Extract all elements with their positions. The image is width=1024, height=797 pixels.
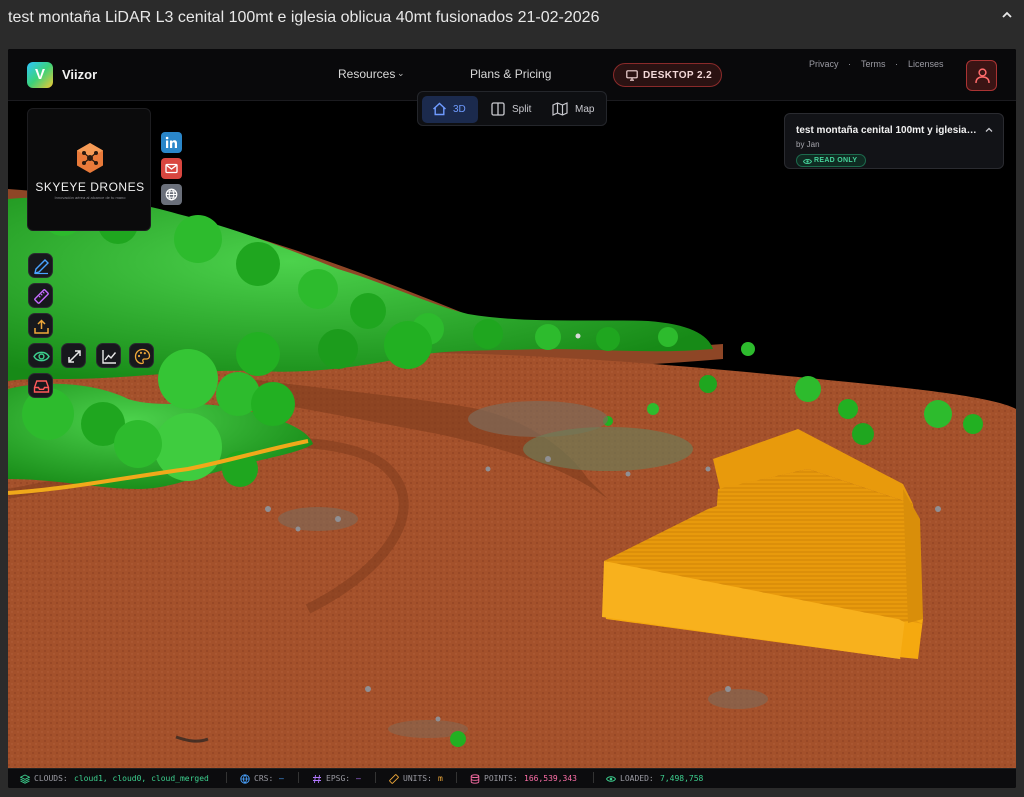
project-title: test montaña cenital 100mt y iglesia obl…	[796, 125, 978, 136]
draw-tool-button[interactable]	[28, 253, 53, 278]
chevron-down-icon[interactable]: ⌄	[397, 68, 405, 79]
map-icon	[552, 102, 568, 116]
separator-dot: ·	[895, 59, 898, 69]
visibility-tool-button[interactable]	[28, 343, 53, 368]
nav-pricing-link[interactable]: Plans & Pricing	[470, 67, 551, 81]
status-crs-value: —	[279, 774, 284, 783]
split-icon	[491, 102, 505, 116]
licenses-link[interactable]: Licenses	[908, 59, 944, 69]
database-icon	[470, 774, 480, 784]
status-epsg-value: —	[356, 774, 361, 783]
chevron-up-icon	[1002, 11, 1012, 18]
view-3d-label: 3D	[453, 104, 466, 115]
status-divider	[456, 772, 457, 783]
brand-name[interactable]: Viizor	[62, 67, 97, 82]
privacy-link[interactable]: Privacy	[809, 59, 839, 69]
status-epsg-key: EPSG:	[326, 774, 351, 783]
linkedin-button[interactable]	[161, 132, 182, 153]
drone-logo-icon	[77, 143, 103, 173]
upload-icon	[34, 319, 49, 334]
project-author: by Jan	[796, 140, 820, 149]
page-header: test montaña LiDAR L3 cenital 100mt e ig…	[0, 0, 1024, 40]
monitor-icon	[626, 70, 638, 81]
viewer-frame: V Viizor Resources ⌄ Plans & Pricing DES…	[8, 49, 1016, 788]
sponsor-name: SKYEYE DRONES	[35, 180, 145, 194]
color-mode-button[interactable]	[129, 343, 154, 368]
status-units-value: m	[438, 774, 443, 783]
hash-icon	[313, 774, 321, 784]
globe-icon	[165, 188, 178, 201]
globe-icon	[240, 774, 250, 784]
eye-icon	[803, 159, 812, 164]
status-clouds-value: cloud1, cloud0, cloud_merged	[74, 774, 209, 783]
status-divider	[298, 772, 299, 783]
chart-icon	[102, 350, 117, 364]
separator-dot: ·	[848, 59, 851, 69]
home-icon	[433, 102, 446, 116]
survey-marker	[575, 333, 581, 339]
view-split-label: Split	[512, 104, 532, 115]
view-mode-toggle: 3D Split Map	[417, 91, 607, 126]
pen-icon	[34, 259, 49, 275]
view-split-button[interactable]: Split	[482, 96, 540, 123]
user-account-button[interactable]	[966, 60, 997, 91]
read-only-label: READ ONLY	[814, 157, 858, 164]
status-divider	[593, 772, 594, 783]
status-points-value: 166,539,343	[524, 774, 577, 783]
palette-icon	[134, 348, 151, 365]
desktop-label: DESKTOP 2.2	[643, 70, 713, 81]
eye-icon	[606, 776, 616, 782]
page-title: test montaña LiDAR L3 cenital 100mt e ig…	[8, 9, 600, 26]
status-points-key: POINTS:	[484, 774, 518, 783]
inbox-icon	[33, 380, 50, 393]
nav-resources-link[interactable]: Resources	[338, 67, 395, 81]
user-icon	[975, 68, 990, 84]
layers-icon	[20, 774, 30, 784]
profile-chart-button[interactable]	[96, 343, 121, 368]
chevron-up-icon[interactable]	[984, 126, 994, 134]
linkedin-icon	[165, 136, 177, 148]
app-logo[interactable]: V	[27, 62, 53, 88]
ruler-icon	[34, 289, 49, 304]
status-clouds-key: CLOUDS:	[34, 774, 68, 783]
view-map-button[interactable]: Map	[544, 96, 602, 123]
collapse-button[interactable]	[998, 6, 1016, 24]
status-divider	[226, 772, 227, 783]
measure-tool-button[interactable]	[28, 283, 53, 308]
website-button[interactable]	[161, 184, 182, 205]
sponsor-tagline: Innovación aérea al alcance de tu mano	[54, 195, 126, 200]
status-crs-key: CRS:	[254, 774, 274, 783]
expand-icon	[68, 350, 81, 363]
status-units-key: UNITS:	[403, 774, 432, 783]
sponsor-logo-card[interactable]: SKYEYE DRONES Innovación aérea al alcanc…	[27, 108, 151, 231]
status-loaded-value: 7,498,758	[660, 774, 704, 783]
read-only-badge: READ ONLY	[796, 154, 866, 167]
eye-icon	[33, 351, 50, 362]
fullscreen-button[interactable]	[61, 343, 86, 368]
layers-inbox-button[interactable]	[28, 373, 53, 398]
ruler-icon	[389, 774, 399, 784]
status-bar: CLOUDS: cloud1, cloud0, cloud_merged CRS…	[8, 768, 1016, 788]
status-divider	[375, 772, 376, 783]
view-map-label: Map	[575, 104, 595, 115]
status-loaded-key: LOADED:	[620, 774, 654, 783]
terms-link[interactable]: Terms	[861, 59, 886, 69]
email-button[interactable]	[161, 158, 182, 179]
desktop-button[interactable]: DESKTOP 2.2	[613, 63, 722, 87]
upload-tool-button[interactable]	[28, 313, 53, 338]
view-3d-button[interactable]: 3D	[422, 96, 478, 123]
mail-icon	[165, 163, 178, 174]
project-info-card: test montaña cenital 100mt y iglesia obl…	[784, 113, 1004, 169]
